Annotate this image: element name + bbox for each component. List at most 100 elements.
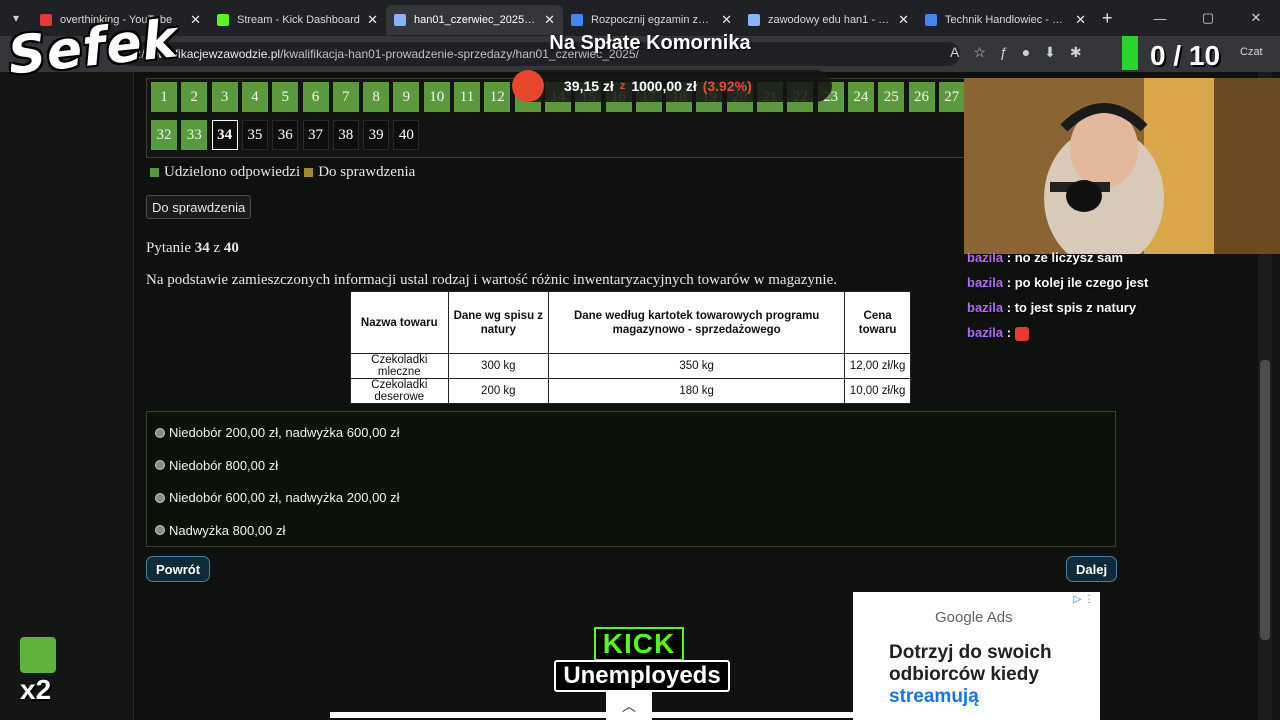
tab-title: Stream - Kick Dashboard bbox=[237, 14, 360, 26]
tab-close-icon[interactable]: ✕ bbox=[721, 12, 732, 28]
answer-option[interactable]: Nadwyżka 800,00 zł bbox=[155, 523, 285, 538]
next-button[interactable]: Dalej bbox=[1066, 556, 1118, 582]
answer-option[interactable]: Niedobór 200,00 zł, nadwyżka 600,00 zł bbox=[155, 425, 400, 440]
window-close-icon[interactable]: ✕ bbox=[1232, 0, 1280, 36]
kick-logo: KICK bbox=[594, 627, 684, 661]
question-nav-button[interactable]: 1 bbox=[151, 82, 177, 112]
browser-tab[interactable]: Stream - Kick Dashboard ✕ bbox=[209, 5, 386, 35]
answer-radio[interactable] bbox=[155, 525, 165, 535]
chat-text: : po kolej ile czego jest bbox=[1006, 275, 1149, 290]
question-nav-button[interactable]: 6 bbox=[302, 82, 329, 112]
tab-favicon-icon bbox=[925, 14, 937, 26]
font-icon[interactable]: ƒ bbox=[1000, 44, 1008, 61]
answer-radio[interactable] bbox=[155, 492, 165, 503]
chat-message: bazila : po kolej ile czego jest bbox=[967, 275, 1148, 290]
new-tab-button[interactable]: + bbox=[1102, 8, 1113, 29]
question-nav-button[interactable]: 4 bbox=[241, 82, 268, 112]
question-nav-button[interactable]: 40 bbox=[393, 120, 420, 150]
question-nav-button[interactable]: 37 bbox=[302, 120, 329, 150]
answered-legend-label: Udzielono odpowiedzi bbox=[164, 164, 301, 180]
question-counter: Pytanie 34 z 40 bbox=[146, 240, 239, 257]
question-nav-button[interactable]: 35 bbox=[241, 120, 268, 150]
browser-tab[interactable]: han01_czerwiec_2025 - kwalifi ✕ bbox=[386, 5, 563, 35]
extensions-puzzle-icon[interactable]: ✱ bbox=[1070, 44, 1082, 61]
table-row: Czekoladki deserowe 200 kg 180 kg 10,00 zł/… bbox=[350, 378, 911, 404]
angry-face-emote bbox=[1015, 326, 1030, 341]
scrollbar-thumb[interactable] bbox=[1260, 360, 1270, 640]
table-cell: 180 kg bbox=[548, 378, 846, 404]
read-aloud-icon[interactable]: A bbox=[950, 44, 959, 61]
answer-option[interactable]: Niedobór 800,00 zł bbox=[155, 458, 278, 473]
question-nav-button[interactable]: 9 bbox=[393, 82, 420, 112]
chat-username[interactable]: bazila bbox=[967, 300, 1003, 315]
question-nav-button[interactable]: 3 bbox=[211, 82, 238, 112]
answer-option[interactable]: Niedobór 600,00 zł, nadwyżka 200,00 zł bbox=[155, 490, 400, 505]
table-cell: 200 kg bbox=[447, 378, 550, 404]
table-header-cell: Dane według kartotek towarowych programu… bbox=[548, 291, 846, 354]
question-nav-button[interactable]: 34 bbox=[211, 120, 238, 150]
question-nav-button[interactable]: 7 bbox=[332, 82, 359, 112]
chevron-up-icon[interactable]: ︿ bbox=[606, 692, 652, 720]
google-ad[interactable]: ▷ ⋮ Google Ads Dotrzyj do swoich odbiorc… bbox=[853, 592, 1100, 720]
tab-title: han01_czerwiec_2025 - kwalifi bbox=[414, 14, 538, 26]
webcam-image bbox=[964, 78, 1280, 254]
question-nav-button[interactable]: 8 bbox=[363, 82, 390, 112]
ad-choices-icon[interactable]: ▷ ⋮ bbox=[1074, 594, 1094, 605]
tab-title: zawodowy edu han1 - Wyszuk bbox=[768, 14, 892, 26]
extension-color-icon[interactable]: ● bbox=[1022, 44, 1030, 61]
question-nav-button[interactable]: 11 bbox=[454, 82, 480, 112]
bottom-bar bbox=[330, 712, 1030, 718]
question-nav-button[interactable]: 33 bbox=[181, 120, 208, 150]
question-nav-button[interactable]: 5 bbox=[272, 82, 299, 112]
question-nav-button[interactable]: 10 bbox=[423, 82, 450, 112]
table-cell: 12,00 zł/kg bbox=[844, 353, 911, 379]
maximize-icon[interactable]: ▢ bbox=[1184, 0, 1232, 36]
chat-username[interactable]: bazila bbox=[967, 275, 1003, 290]
browser-tab[interactable]: zawodowy edu han1 - Wyszuk ✕ bbox=[740, 5, 917, 35]
grid-legend: Udzielono odpowiedzi Do sprawdzenia bbox=[150, 164, 415, 181]
tab-title: Rozpocznij egzamin zawodowy bbox=[591, 14, 715, 26]
browser-tab[interactable]: Rozpocznij egzamin zawodowy ✕ bbox=[563, 5, 740, 35]
table-cell: Czekoladki deserowe bbox=[350, 378, 449, 404]
green-profile-icon[interactable] bbox=[1122, 36, 1138, 70]
question-nav-button[interactable]: 39 bbox=[363, 120, 390, 150]
tab-close-icon[interactable]: ✕ bbox=[898, 12, 909, 28]
question-nav-button[interactable]: 12 bbox=[484, 82, 511, 112]
answer-label: Niedobór 600,00 zł, nadwyżka 200,00 zł bbox=[169, 490, 400, 505]
tab-close-icon[interactable]: ✕ bbox=[190, 12, 201, 28]
angry-badge-icon bbox=[20, 637, 56, 673]
download-icon[interactable]: ⬇ bbox=[1044, 44, 1056, 61]
address-bar-actions: A ☆ ƒ ● ⬇ ✱ bbox=[950, 44, 1082, 61]
question-nav-button[interactable]: 26 bbox=[908, 82, 935, 112]
table-cell: Czekoladki mleczne bbox=[350, 353, 449, 379]
favorite-star-icon[interactable]: ☆ bbox=[973, 44, 986, 61]
minimize-icon[interactable]: — bbox=[1136, 0, 1184, 36]
table-row: Czekoladki mleczne 300 kg 350 kg 12,00 zł/k… bbox=[350, 353, 911, 379]
question-nav-button[interactable]: 38 bbox=[332, 120, 359, 150]
back-button[interactable]: Powrót bbox=[146, 556, 211, 582]
answer-label: Nadwyżka 800,00 zł bbox=[169, 522, 286, 538]
tab-close-icon[interactable]: ✕ bbox=[367, 12, 378, 28]
question-nav-button[interactable]: 27 bbox=[938, 82, 965, 112]
table-cell: 300 kg bbox=[447, 353, 550, 379]
chat-button[interactable]: Czat bbox=[1240, 46, 1263, 58]
chat-username[interactable]: bazila bbox=[967, 250, 1003, 265]
question-nav-button[interactable]: 32 bbox=[151, 120, 177, 150]
question-nav-button[interactable]: 24 bbox=[847, 82, 874, 112]
chat-username[interactable]: bazila bbox=[967, 325, 1003, 340]
debt-separator: z bbox=[619, 80, 626, 92]
answer-options: Niedobór 200,00 zł, nadwyżka 600,00 zł Ni… bbox=[146, 411, 1116, 547]
window-controls: — ▢ ✕ bbox=[1136, 0, 1280, 36]
answer-radio[interactable] bbox=[155, 427, 165, 438]
question-nav-button[interactable]: 25 bbox=[878, 82, 905, 112]
do-sprawdzenia-button[interactable]: Do sprawdzenia bbox=[146, 195, 252, 219]
question-nav-button[interactable]: 36 bbox=[272, 120, 299, 150]
answer-radio[interactable] bbox=[155, 460, 165, 470]
tab-list: overthinking - YouTube ✕ Stream - Kick Das… bbox=[32, 1, 1094, 35]
question-nav-button[interactable]: 2 bbox=[181, 82, 208, 112]
browser-tab[interactable]: Technik Handlowiec - HAN.01 ✕ bbox=[917, 5, 1094, 35]
tab-close-icon[interactable]: ✕ bbox=[1075, 12, 1086, 28]
tab-close-icon[interactable]: ✕ bbox=[544, 12, 555, 28]
question-label: Pytanie bbox=[146, 240, 191, 256]
webcam-feed bbox=[964, 78, 1280, 254]
